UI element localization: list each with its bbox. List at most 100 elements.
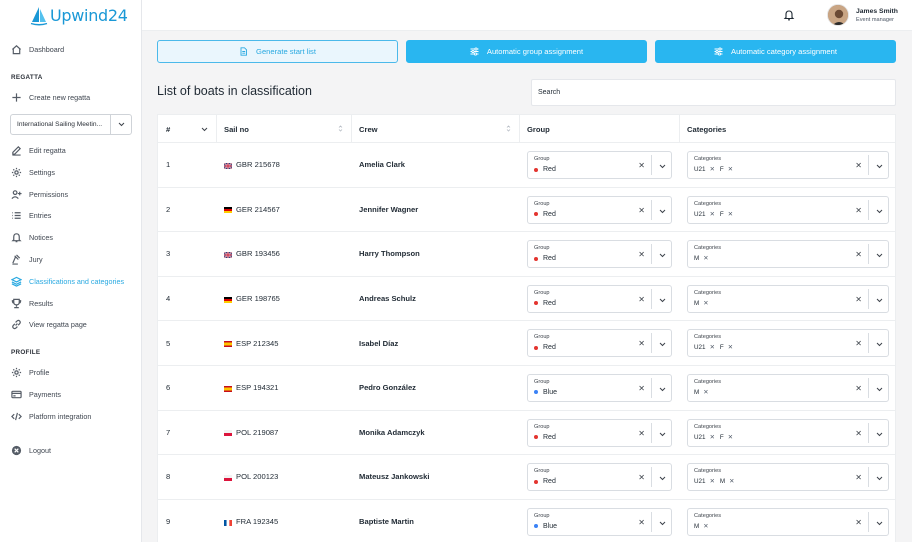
gavel-icon [11,254,22,265]
chevron-down-icon[interactable] [876,519,883,528]
remove-chip-icon[interactable]: ✕ [703,389,708,396]
remove-chip-icon[interactable]: ✕ [710,211,715,218]
categories-select[interactable]: Categories U21 ✕ F ✕ ✕ [687,151,889,179]
sidebar-item-permissions[interactable]: Permissions [0,183,141,205]
chevron-down-icon[interactable] [659,251,666,260]
remove-chip-icon[interactable]: ✕ [728,211,733,218]
sidebar-item-payments[interactable]: Payments [0,384,141,406]
chevron-down-icon[interactable] [659,162,666,171]
column-header-sail-no[interactable]: Sail no [224,115,351,143]
group-select[interactable]: Group Red ✕ [527,329,672,358]
remove-chip-icon[interactable]: ✕ [703,300,708,307]
sidebar-item-create-regatta[interactable]: Create new regatta [0,87,141,109]
sidebar-item-settings[interactable]: Settings [0,161,141,183]
chevron-down-icon[interactable] [659,340,666,349]
clear-icon[interactable]: ✕ [855,250,862,259]
sidebar-item-notices[interactable]: Notices [0,227,141,249]
chevron-down-icon[interactable] [876,474,883,483]
notifications-bell-icon[interactable] [783,9,795,21]
sidebar-item-entries[interactable]: Entries [0,205,141,227]
column-header-number[interactable]: # [166,115,216,143]
group-select[interactable]: Group Red ✕ [527,463,672,492]
group-select[interactable]: Group Red ✕ [527,151,672,179]
crew-name: Monika Adamczyk [359,427,425,437]
chevron-down-icon[interactable] [659,430,666,439]
select-divider [651,333,652,354]
group-select[interactable]: Group Red ✕ [527,284,672,313]
remove-chip-icon[interactable]: ✕ [728,344,733,351]
categories-select[interactable]: Categories M ✕ ✕ [687,284,889,313]
remove-chip-icon[interactable]: ✕ [710,478,715,485]
clear-icon[interactable]: ✕ [638,339,645,348]
regatta-select[interactable]: International Sailing Meetin... [10,113,132,135]
clear-icon[interactable]: ✕ [855,295,862,304]
remove-chip-icon[interactable]: ✕ [728,166,733,173]
sidebar-item-classifications[interactable]: Classifications and categories [0,270,141,292]
chevron-down-icon[interactable] [876,251,883,260]
group-select[interactable]: Group Blue ✕ [527,373,672,402]
clear-icon[interactable]: ✕ [855,161,862,170]
chevron-down-icon[interactable] [876,340,883,349]
clear-icon[interactable]: ✕ [855,518,862,527]
logo[interactable]: Upwind24 [0,0,141,31]
categories-select[interactable]: Categories U21 ✕ F ✕ ✕ [687,195,889,224]
categories-select[interactable]: Categories M ✕ ✕ [687,240,889,269]
code-icon [11,411,22,422]
clear-icon[interactable]: ✕ [638,384,645,393]
search-input[interactable]: Search [531,79,896,106]
chevron-down-icon[interactable] [876,207,883,216]
sidebar-item-profile[interactable]: Profile [0,362,141,384]
clear-icon[interactable]: ✕ [638,473,645,482]
group-select[interactable]: Group Red ✕ [527,418,672,447]
categories-select[interactable]: Categories U21 ✕ F ✕ ✕ [687,418,889,447]
clear-icon[interactable]: ✕ [638,518,645,527]
clear-icon[interactable]: ✕ [638,429,645,438]
chip-label: F [719,210,724,218]
sidebar-item-jury[interactable]: Jury [0,249,141,271]
sidebar-item-dashboard[interactable]: Dashboard [0,39,141,61]
group-select[interactable]: Group Red ✕ [527,195,672,224]
clear-icon[interactable]: ✕ [638,250,645,259]
automatic-category-assignment-button[interactable]: Automatic category assignment [655,40,896,63]
column-header-crew[interactable]: Crew [359,115,519,143]
chevron-down-icon[interactable] [659,296,666,305]
categories-select[interactable]: Categories U21 ✕ M ✕ ✕ [687,463,889,492]
clear-icon[interactable]: ✕ [638,295,645,304]
chevron-down-icon[interactable] [876,296,883,305]
automatic-group-assignment-button[interactable]: Automatic group assignment [406,40,647,63]
categories-select[interactable]: Categories M ✕ ✕ [687,507,889,536]
chevron-down-icon[interactable] [659,385,666,394]
remove-chip-icon[interactable]: ✕ [703,255,708,262]
clear-icon[interactable]: ✕ [638,161,645,170]
remove-chip-icon[interactable]: ✕ [710,166,715,173]
group-select[interactable]: Group Red ✕ [527,240,672,269]
remove-chip-icon[interactable]: ✕ [710,344,715,351]
chevron-down-icon[interactable] [659,474,666,483]
avatar[interactable] [827,4,849,26]
clear-icon[interactable]: ✕ [855,206,862,215]
chevron-down-icon[interactable] [876,162,883,171]
chevron-down-icon[interactable] [659,207,666,216]
sidebar-item-platform-integration[interactable]: Platform integration [0,405,141,427]
sidebar-item-results[interactable]: Results [0,292,141,314]
remove-chip-icon[interactable]: ✕ [729,478,734,485]
clear-icon[interactable]: ✕ [855,473,862,482]
clear-icon[interactable]: ✕ [638,206,645,215]
categories-select[interactable]: Categories U21 ✕ F ✕ ✕ [687,329,889,358]
remove-chip-icon[interactable]: ✕ [728,434,733,441]
clear-icon[interactable]: ✕ [855,384,862,393]
generate-start-list-button[interactable]: Generate start list [157,40,398,63]
clear-icon[interactable]: ✕ [855,339,862,348]
remove-chip-icon[interactable]: ✕ [703,523,708,530]
chevron-down-icon[interactable] [876,385,883,394]
categories-select[interactable]: Categories M ✕ ✕ [687,373,889,402]
clear-icon[interactable]: ✕ [855,429,862,438]
sidebar-item-edit-regatta[interactable]: Edit regatta [0,140,141,162]
select-divider [651,244,652,265]
remove-chip-icon[interactable]: ✕ [710,434,715,441]
sidebar-item-logout[interactable]: Logout [0,439,141,461]
group-select[interactable]: Group Blue ✕ [527,507,672,536]
sidebar-item-view-regatta[interactable]: View regatta page [0,314,141,336]
chevron-down-icon[interactable] [876,430,883,439]
chevron-down-icon[interactable] [659,519,666,528]
